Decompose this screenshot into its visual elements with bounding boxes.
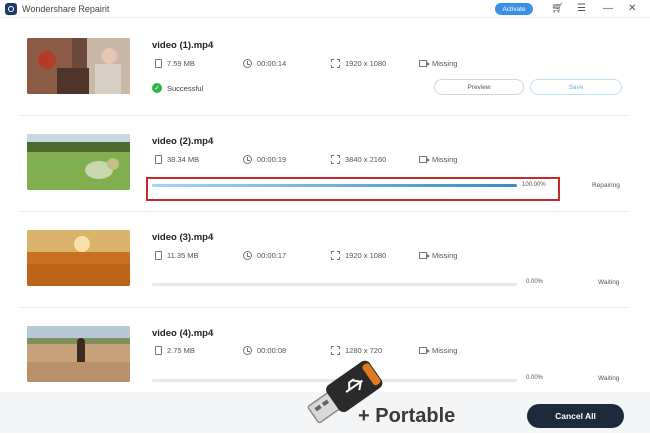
file-duration: 00:00:19 [243, 155, 286, 164]
file-audio: Missing [419, 59, 457, 68]
video-thumbnail [27, 38, 130, 94]
app-title: Wondershare Repairit [22, 3, 110, 14]
file-name: video (4).mp4 [152, 328, 214, 339]
video-camera-icon [419, 60, 430, 67]
file-size: 7.59 MB [155, 59, 195, 68]
file-size: 11.35 MB [155, 251, 199, 260]
progress-bar [152, 283, 517, 286]
video-thumbnail [27, 326, 130, 382]
file-name: video (3).mp4 [152, 232, 214, 243]
activate-button[interactable]: Activate [495, 3, 533, 15]
file-size: 38.34 MB [155, 155, 199, 164]
file-row: video (1).mp4 7.59 MB 00:00:14 1920 x 10… [0, 22, 650, 118]
divider [20, 115, 630, 116]
minimize-icon[interactable]: — [603, 2, 613, 16]
divider [20, 307, 630, 308]
clock-icon [243, 251, 252, 260]
clock-icon [243, 346, 252, 355]
video-camera-icon [419, 347, 430, 354]
file-resolution: 1920 x 1080 [331, 59, 386, 68]
app-logo-icon [5, 2, 17, 15]
clock-icon [243, 59, 252, 68]
resolution-icon [331, 155, 340, 164]
resolution-icon [331, 251, 340, 260]
file-duration: 00:00:14 [243, 59, 286, 68]
file-name: video (2).mp4 [152, 136, 214, 147]
cancel-all-button[interactable]: Cancel All [527, 404, 624, 428]
close-icon[interactable]: ✕ [628, 2, 636, 16]
resolution-icon [331, 59, 340, 68]
file-audio: Missing [419, 251, 457, 260]
preview-button[interactable]: Preview [434, 79, 524, 95]
cart-icon[interactable]: 🛒︎ [551, 2, 564, 16]
menu-icon[interactable]: ☰ [577, 2, 586, 16]
status-successful: ✓ Successful [152, 83, 203, 93]
file-audio: Missing [419, 346, 457, 355]
divider [20, 211, 630, 212]
file-resolution: 1920 x 1080 [331, 251, 386, 260]
status-text: Waiting [598, 279, 620, 286]
file-audio: Missing [419, 155, 457, 164]
save-button[interactable]: Save [530, 79, 622, 95]
file-name: video (1).mp4 [152, 40, 214, 51]
file-resolution: 3840 x 2160 [331, 155, 386, 164]
status-text: Repairing [592, 182, 620, 189]
highlight-box [146, 177, 560, 201]
file-row: video (3).mp4 11.35 MB 00:00:17 1920 x 1… [0, 214, 650, 310]
portable-label: + Portable [358, 405, 456, 427]
file-icon [155, 346, 162, 355]
check-icon: ✓ [152, 83, 162, 93]
file-icon [155, 251, 162, 260]
video-camera-icon [419, 252, 430, 259]
video-thumbnail [27, 134, 130, 190]
title-bar: Wondershare Repairit Activate 🛒︎ ☰ — ✕ [0, 0, 650, 18]
progress-percent: 0.00% [526, 375, 544, 381]
progress-percent: 0.00% [526, 279, 544, 285]
video-thumbnail [27, 230, 130, 286]
clock-icon [243, 155, 252, 164]
status-text: Waiting [598, 375, 620, 382]
video-camera-icon [419, 156, 430, 163]
file-size: 2.75 MB [155, 346, 195, 355]
file-duration: 00:00:08 [243, 346, 286, 355]
file-icon [155, 59, 162, 68]
file-duration: 00:00:17 [243, 251, 286, 260]
file-icon [155, 155, 162, 164]
